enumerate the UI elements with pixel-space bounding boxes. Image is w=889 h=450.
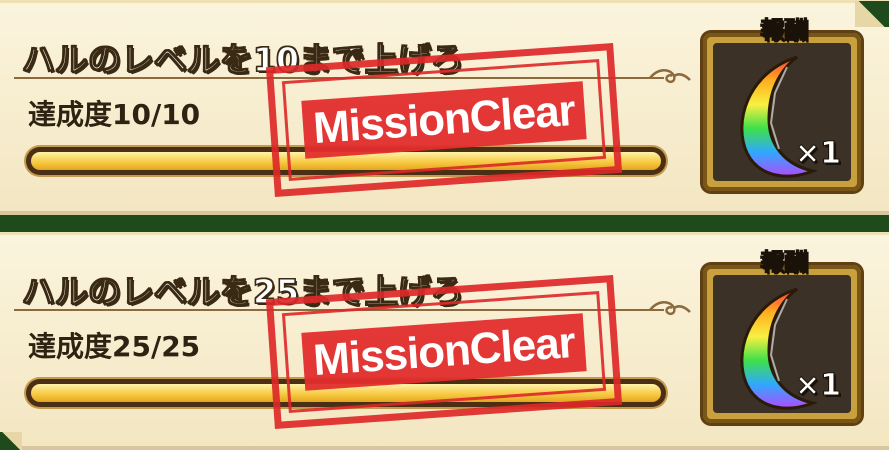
reward-tag: 報酬 [760, 16, 809, 45]
reward-frame[interactable]: ×1 [703, 265, 861, 423]
scroll-ornament-icon [648, 66, 692, 88]
reward-quantity: ×1 [794, 136, 841, 172]
progress-label: 達成度25/25 [28, 330, 201, 363]
reward-frame[interactable]: ×1 [703, 33, 861, 191]
page-curl-corner [855, 1, 889, 27]
reward-tag: 報酬 [760, 248, 809, 277]
mission-clear-stamp: MissionClear [265, 43, 623, 197]
progress-label: 達成度10/10 [28, 98, 201, 131]
scroll-ornament-icon [648, 298, 692, 320]
reward-quantity: ×1 [794, 368, 841, 404]
stamp-text: MissionClear [301, 313, 587, 391]
mission-card[interactable]: ハルのレベルを10まで上げろ 達成度10/10 MissionClear 報酬 [0, 0, 889, 215]
stamp-text: MissionClear [301, 81, 587, 159]
mission-card[interactable]: ハルのレベルを25まで上げろ 達成度25/25 MissionClear 報酬 [0, 232, 889, 450]
page-curl-corner [0, 432, 22, 450]
mission-clear-stamp: MissionClear [265, 275, 623, 429]
